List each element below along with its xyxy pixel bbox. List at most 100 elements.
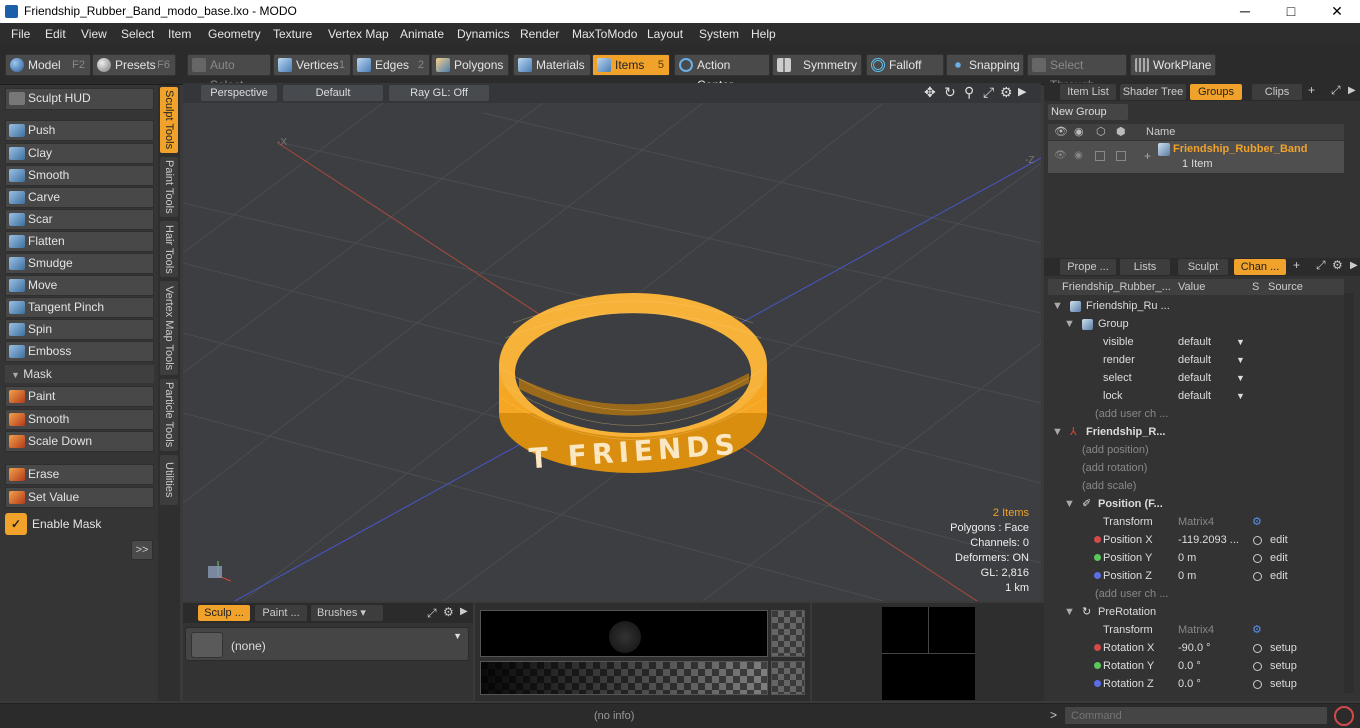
row-eye-icon[interactable]: 👁 xyxy=(1054,150,1067,161)
menu-select[interactable]: Select xyxy=(121,27,154,41)
group-row[interactable]: 👁 ◉ + Friendship_Rubber_Band 1 Item xyxy=(1048,141,1344,173)
gear-icon[interactable]: ⚙ xyxy=(1332,258,1343,272)
menu-system[interactable]: System xyxy=(699,27,739,41)
perspective-dropdown[interactable]: Perspective xyxy=(201,85,277,101)
record-icon[interactable] xyxy=(1334,706,1354,726)
tool-flatten[interactable]: Flatten xyxy=(5,231,154,252)
raygl-dropdown[interactable]: Ray GL: Off xyxy=(389,85,489,101)
tab-clips[interactable]: Clips xyxy=(1252,84,1302,100)
default-dropdown[interactable]: Default xyxy=(283,85,383,101)
tool-carve[interactable]: Carve xyxy=(5,187,154,208)
menu-dynamics[interactable]: Dynamics xyxy=(457,27,510,41)
tab-sculpt-tools[interactable]: Sculpt Tools xyxy=(160,87,178,153)
settings-icon[interactable]: ⚙ xyxy=(1000,84,1013,101)
gradient-swatch[interactable] xyxy=(771,661,805,695)
tool-smudge[interactable]: Smudge xyxy=(5,253,154,274)
dropdown-arrow-icon[interactable]: ▼ xyxy=(1236,387,1245,405)
expand-icon[interactable]: ⤢ xyxy=(1316,258,1326,273)
channel-row[interactable]: (add user ch ... xyxy=(1050,405,1346,423)
more-icon[interactable]: ▶ xyxy=(1350,260,1358,271)
gradient-preview[interactable] xyxy=(480,661,768,695)
expand-button[interactable]: >> xyxy=(131,540,153,560)
enable-mask-checkbox[interactable]: ✓ xyxy=(5,513,27,535)
animate-toggle[interactable] xyxy=(1253,572,1262,581)
tab-particle-tools[interactable]: Particle Tools xyxy=(160,379,178,451)
channel-row[interactable]: ▼ ↻ PreRotation xyxy=(1050,603,1346,621)
color-swatch-grid[interactable] xyxy=(882,607,975,700)
render-icon[interactable]: ◉ xyxy=(1074,125,1084,138)
channel-row[interactable]: render default ▼ xyxy=(1050,351,1346,369)
maximize-button[interactable]: □ xyxy=(1268,0,1314,23)
channel-row[interactable]: ▼ Friendship_Ru ... xyxy=(1050,297,1346,315)
channel-row[interactable]: ▼ Group xyxy=(1050,315,1346,333)
dropdown-arrow-icon[interactable]: ▼ xyxy=(1236,369,1245,387)
mask-tool-scale-down[interactable]: Scale Down xyxy=(5,431,154,452)
brush-select[interactable]: (none) ▼ xyxy=(185,627,469,661)
lock-icon[interactable]: ⬡ xyxy=(1096,125,1106,138)
animate-toggle[interactable] xyxy=(1253,680,1262,689)
3d-viewport[interactable]: -X -Z T FRIENDS 2 Items Polygons : Face … xyxy=(183,83,1041,601)
dropdown-arrow-icon[interactable]: ▼ xyxy=(1236,351,1245,369)
edges-button[interactable]: Edges 2 xyxy=(352,54,430,76)
animate-toggle[interactable] xyxy=(1253,554,1262,563)
expand-icon[interactable]: ⤢ xyxy=(427,606,437,621)
tool-tangent-pinch[interactable]: Tangent Pinch xyxy=(5,297,154,318)
row-select-toggle[interactable] xyxy=(1116,151,1126,161)
channel-row[interactable]: ▼ ⅄ Friendship_R... xyxy=(1050,423,1346,441)
presets-button[interactable]: Presets F6 xyxy=(92,54,176,76)
animate-toggle[interactable] xyxy=(1253,662,1262,671)
alpha-swatch[interactable] xyxy=(771,610,805,657)
tool-scar[interactable]: Scar xyxy=(5,209,154,230)
more-icon[interactable]: ▶ xyxy=(460,606,468,617)
more-icon[interactable]: ▶ xyxy=(1348,85,1356,96)
channel-row[interactable]: (add rotation) xyxy=(1050,459,1346,477)
falloff-button[interactable]: Falloff xyxy=(866,54,944,76)
channels-scrollbar[interactable] xyxy=(1344,293,1354,693)
tab-vertex-map-tools[interactable]: Vertex Map Tools xyxy=(160,281,178,375)
tab-lists[interactable]: Lists xyxy=(1120,259,1170,275)
tab-channels[interactable]: Chan ... xyxy=(1234,259,1286,275)
pan-icon[interactable]: ✥ xyxy=(924,84,936,101)
more-arrow-icon[interactable]: ▶ xyxy=(1018,85,1026,98)
select-icon[interactable]: ⬢ xyxy=(1116,125,1126,138)
snapping-button[interactable]: Snapping xyxy=(946,54,1024,76)
menu-layout[interactable]: Layout xyxy=(647,27,683,41)
channel-row[interactable]: Transform Matrix4 ⚙ xyxy=(1050,621,1346,639)
tab-properties[interactable]: Prope ... xyxy=(1060,259,1116,275)
animate-toggle[interactable] xyxy=(1253,536,1262,545)
channel-row[interactable]: (add position) xyxy=(1050,441,1346,459)
gear-link-icon[interactable]: ⚙ xyxy=(1252,513,1262,531)
polygons-button[interactable]: Polygons xyxy=(431,54,509,76)
channel-row[interactable]: Transform Matrix4 ⚙ xyxy=(1050,513,1346,531)
mask-tool-smooth[interactable]: Smooth xyxy=(5,409,154,430)
channel-row[interactable]: lock default ▼ xyxy=(1050,387,1346,405)
materials-button[interactable]: Materials xyxy=(513,54,591,76)
tab-sculpt[interactable]: Sculp ... xyxy=(198,605,250,621)
set-value-button[interactable]: Set Value xyxy=(5,487,154,508)
tab-brushes[interactable]: Brushes ▾ xyxy=(311,605,383,621)
menu-edit[interactable]: Edit xyxy=(45,27,66,41)
menu-texture[interactable]: Texture xyxy=(273,27,312,41)
add-tab-icon[interactable]: + xyxy=(1308,83,1315,97)
tool-spin[interactable]: Spin xyxy=(5,319,154,340)
tab-paint[interactable]: Paint ... xyxy=(255,605,307,621)
workplane-button[interactable]: WorkPlane xyxy=(1130,54,1216,76)
rotate-icon[interactable]: ↻ xyxy=(944,84,956,101)
row-render-icon[interactable]: ◉ xyxy=(1074,150,1083,161)
sculpt-hud-button[interactable]: Sculpt HUD xyxy=(5,88,154,110)
menu-view[interactable]: View xyxy=(81,27,107,41)
tool-clay[interactable]: Clay xyxy=(5,143,154,164)
close-button[interactable]: ✕ xyxy=(1314,0,1360,23)
gear-icon[interactable]: ⚙ xyxy=(443,605,454,619)
vertices-button[interactable]: Vertices 1 xyxy=(273,54,351,76)
expand-icon[interactable]: ⤢ xyxy=(1331,83,1341,98)
channel-row[interactable]: Position X -119.2093 ... edit xyxy=(1050,531,1346,549)
channel-row[interactable]: Position Y 0 m edit xyxy=(1050,549,1346,567)
items-button[interactable]: Items 5 xyxy=(592,54,670,76)
add-tab-icon[interactable]: + xyxy=(1293,258,1300,272)
mask-tool-paint[interactable]: Paint xyxy=(5,386,154,407)
fit-icon[interactable]: ⤢ xyxy=(983,84,994,101)
menu-item[interactable]: Item xyxy=(168,27,191,41)
command-input[interactable] xyxy=(1064,706,1328,725)
menu-geometry[interactable]: Geometry xyxy=(208,27,261,41)
